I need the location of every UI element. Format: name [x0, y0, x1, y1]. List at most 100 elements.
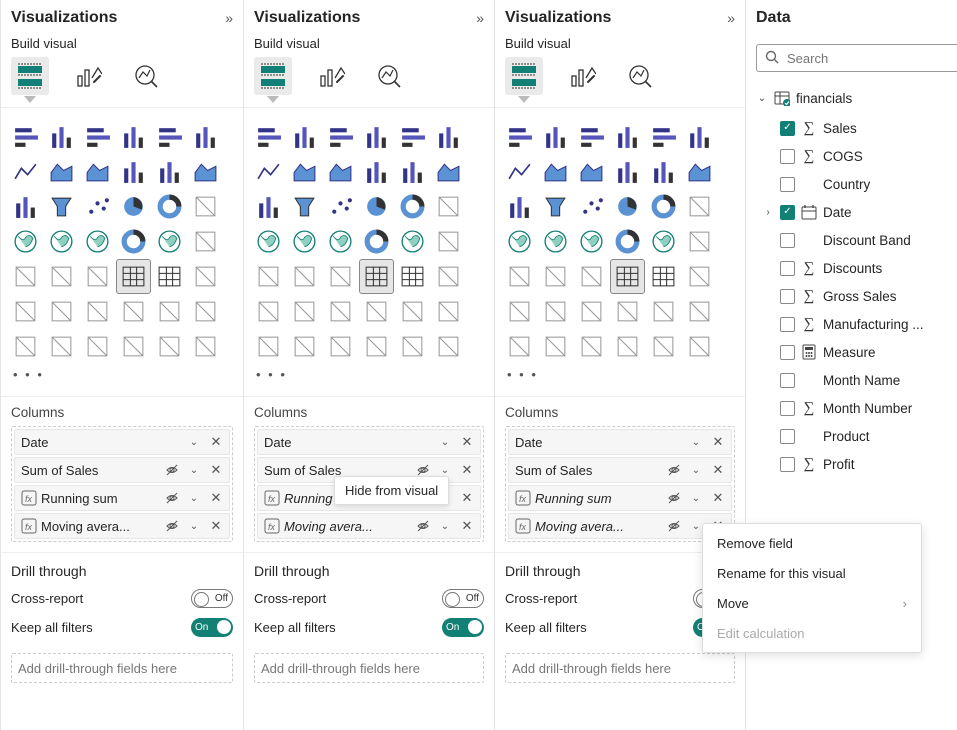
checkbox[interactable] — [780, 457, 795, 472]
cross-report-toggle[interactable]: Off — [442, 589, 484, 608]
field-profit[interactable]: ∑ Profit — [752, 450, 957, 478]
visual-qa[interactable] — [611, 295, 644, 328]
visual-gauge[interactable] — [360, 225, 393, 258]
visual-more-visuals[interactable] — [189, 330, 222, 363]
visual-clustered-bar[interactable] — [575, 120, 608, 153]
visual-slicer[interactable] — [575, 260, 608, 293]
visual-qa[interactable] — [117, 295, 150, 328]
visual-waterfall[interactable] — [503, 190, 536, 223]
ctx-move[interactable]: Move› — [703, 588, 921, 618]
visual-goals[interactable] — [683, 295, 716, 328]
remove-field-icon[interactable]: ✕ — [207, 462, 225, 478]
field-sum-of-sales[interactable]: Sum of Sales ⌄ ✕ — [508, 457, 732, 483]
visual-multi-row-card[interactable] — [252, 260, 285, 293]
field-country[interactable]: Country — [752, 170, 957, 198]
visual-decomp2[interactable] — [396, 330, 429, 363]
visual-multi-row-card[interactable] — [9, 260, 42, 293]
visual-paginated[interactable] — [153, 295, 186, 328]
hide-icon[interactable] — [665, 463, 683, 477]
visual-ribbon[interactable] — [683, 155, 716, 188]
visual-pie[interactable] — [360, 190, 393, 223]
drill-drop-zone[interactable]: Add drill-through fields here — [254, 653, 484, 683]
visual-stacked-column[interactable] — [539, 120, 572, 153]
visual-gauge[interactable] — [117, 225, 150, 258]
field-menu-icon[interactable]: ⌄ — [185, 465, 203, 476]
visual-stacked-bar-100[interactable] — [396, 120, 429, 153]
build-tab[interactable] — [11, 57, 49, 95]
hide-icon[interactable] — [163, 491, 181, 505]
visual-smart-narrative[interactable] — [252, 330, 285, 363]
visual-python[interactable] — [9, 295, 42, 328]
field-menu-icon[interactable]: ⌄ — [687, 437, 705, 448]
visual-power-apps[interactable] — [611, 330, 644, 363]
visual-waterfall[interactable] — [252, 190, 285, 223]
visual-pie[interactable] — [611, 190, 644, 223]
field-manufacturing-[interactable]: ∑ Manufacturing ... — [752, 310, 957, 338]
visual-goals[interactable] — [189, 295, 222, 328]
hide-icon[interactable] — [665, 491, 683, 505]
checkbox[interactable] — [780, 121, 795, 136]
build-tab[interactable] — [505, 57, 543, 95]
visual-scatter[interactable] — [81, 190, 114, 223]
field-running-sum[interactable]: Running sum ⌄ ✕ — [14, 485, 230, 511]
drill-drop-zone[interactable]: Add drill-through fields here — [505, 653, 735, 683]
visual-metrics[interactable] — [288, 330, 321, 363]
visual-line-clustered[interactable] — [117, 155, 150, 188]
field-menu-icon[interactable]: ⌄ — [687, 493, 705, 504]
visual-key-influencers[interactable] — [539, 295, 572, 328]
checkbox[interactable] — [780, 177, 795, 192]
visual-multi-row-card[interactable] — [503, 260, 536, 293]
hide-icon[interactable] — [414, 463, 432, 477]
visual-stacked-bar[interactable] — [252, 120, 285, 153]
visual-stacked-column[interactable] — [288, 120, 321, 153]
visual-decomp2[interactable] — [153, 330, 186, 363]
visual-decomposition[interactable] — [575, 295, 608, 328]
visual-clustered-column[interactable] — [611, 120, 644, 153]
checkbox[interactable] — [780, 233, 795, 248]
hide-icon[interactable] — [414, 519, 432, 533]
hide-icon[interactable] — [163, 519, 181, 533]
more-visuals[interactable]: • • • — [495, 367, 745, 390]
visual-power-apps[interactable] — [360, 330, 393, 363]
visual-key-influencers[interactable] — [288, 295, 321, 328]
visual-card[interactable] — [683, 225, 716, 258]
visual-stacked-bar[interactable] — [503, 120, 536, 153]
visual-line-stacked[interactable] — [396, 155, 429, 188]
columns-well[interactable]: Date ⌄ ✕ Sum of Sales ⌄ ✕ Running sum ⌄ … — [505, 426, 735, 542]
field-menu-icon[interactable]: ⌄ — [436, 465, 454, 476]
visual-treemap[interactable] — [189, 190, 222, 223]
visual-donut[interactable] — [396, 190, 429, 223]
visual-stacked-column[interactable] — [45, 120, 78, 153]
field-date[interactable]: › Date — [752, 198, 957, 226]
visual-map[interactable] — [503, 225, 536, 258]
keep-filters-toggle[interactable]: On — [191, 618, 233, 637]
visual-line[interactable] — [503, 155, 536, 188]
visual-area[interactable] — [288, 155, 321, 188]
visual-ribbon[interactable] — [189, 155, 222, 188]
visual-clustered-bar[interactable] — [324, 120, 357, 153]
visual-table[interactable] — [117, 260, 150, 293]
search-field[interactable] — [785, 50, 957, 67]
visual-stacked-column-100[interactable] — [189, 120, 222, 153]
visual-funnel[interactable] — [45, 190, 78, 223]
remove-field-icon[interactable]: ✕ — [207, 518, 225, 534]
field-menu-icon[interactable]: ⌄ — [185, 493, 203, 504]
visual-power-automate[interactable] — [324, 330, 357, 363]
field-discounts[interactable]: ∑ Discounts — [752, 254, 957, 282]
more-visuals[interactable]: • • • — [244, 367, 494, 390]
visual-donut[interactable] — [647, 190, 680, 223]
checkbox[interactable] — [780, 289, 795, 304]
visual-arcgis[interactable] — [396, 225, 429, 258]
visual-funnel[interactable] — [288, 190, 321, 223]
visual-donut[interactable] — [153, 190, 186, 223]
field-date[interactable]: Date ⌄ ✕ — [257, 429, 481, 455]
drill-drop-zone[interactable]: Add drill-through fields here — [11, 653, 233, 683]
visual-waterfall[interactable] — [9, 190, 42, 223]
remove-field-icon[interactable]: ✕ — [709, 434, 727, 450]
hide-icon[interactable] — [163, 463, 181, 477]
table-financials[interactable]: ⌄ financials — [752, 84, 957, 112]
collapse-pane-icon[interactable]: » — [476, 10, 484, 26]
visual-pie[interactable] — [117, 190, 150, 223]
field-menu-icon[interactable]: ⌄ — [185, 521, 203, 532]
remove-field-icon[interactable]: ✕ — [709, 462, 727, 478]
